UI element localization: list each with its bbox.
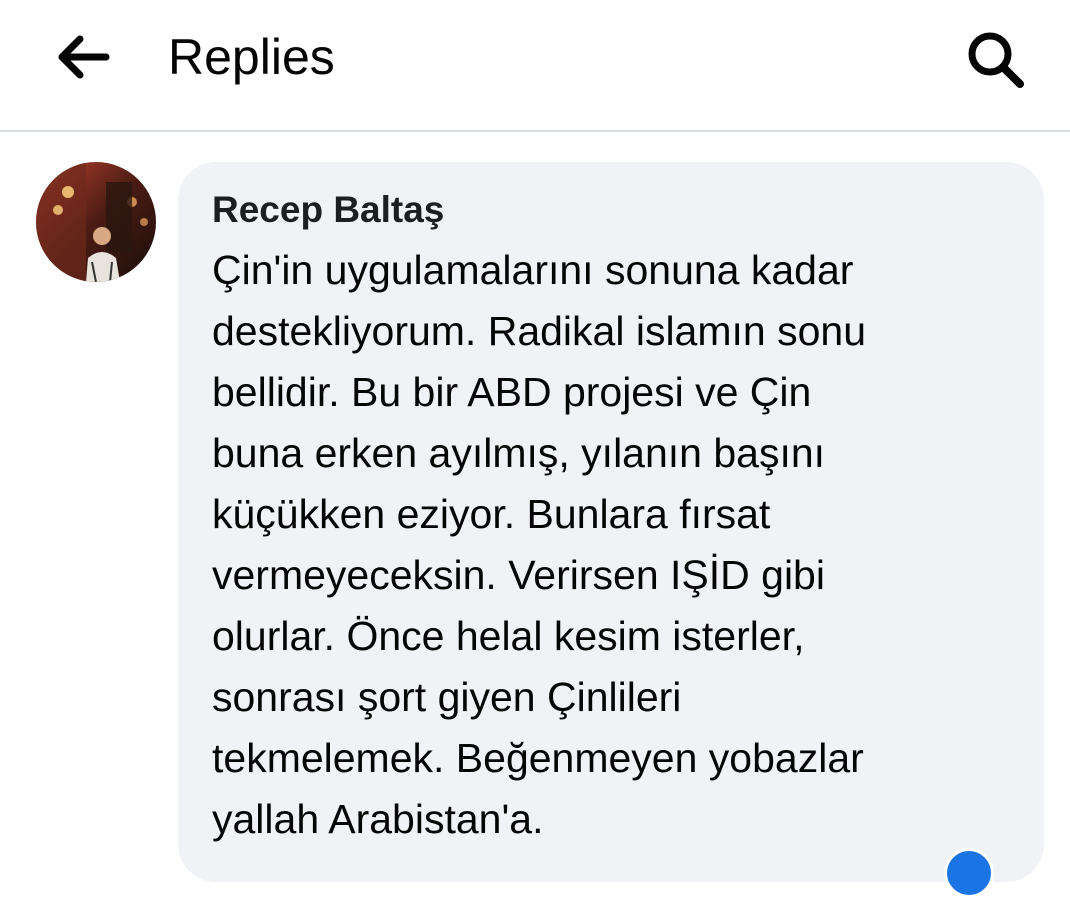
back-button[interactable] bbox=[52, 32, 116, 82]
top-bar: Replies bbox=[0, 0, 1070, 132]
reaction-badge-icon[interactable] bbox=[944, 848, 994, 898]
comment-author[interactable]: Recep Baltaş bbox=[212, 188, 444, 232]
page-title: Replies bbox=[168, 29, 335, 85]
search-button[interactable] bbox=[960, 24, 1030, 94]
search-icon bbox=[968, 32, 1024, 88]
arrow-left-icon bbox=[58, 35, 110, 79]
profile-photo bbox=[36, 162, 156, 282]
comment-bubble: Recep Baltaş Çin'in uygulamalarını sonun… bbox=[178, 162, 1044, 882]
comment-text: Çin'in uygulamalarını sonuna kadar deste… bbox=[212, 247, 866, 842]
avatar[interactable] bbox=[36, 162, 156, 282]
